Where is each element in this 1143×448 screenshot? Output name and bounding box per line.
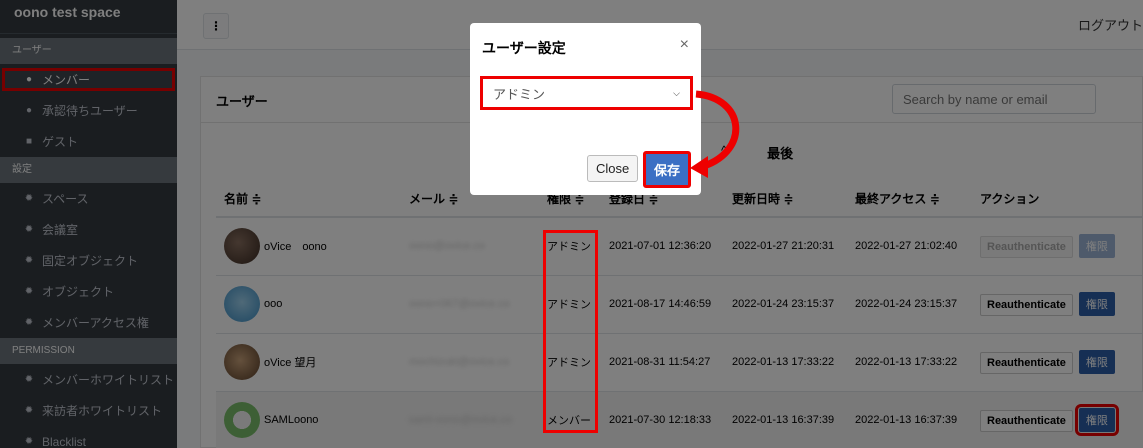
chevron-down-icon: ⌵ <box>673 87 680 98</box>
role-select[interactable]: アドミン ⌵ <box>480 76 693 110</box>
role-column-highlight <box>543 230 598 433</box>
close-button[interactable]: Close <box>587 155 639 182</box>
close-icon[interactable]: × <box>680 36 689 54</box>
user-settings-modal: ユーザー設定 × アドミン ⌵ Close 保存 <box>470 23 701 195</box>
role-select-value: アドミン <box>493 86 546 102</box>
save-button[interactable]: 保存 <box>643 151 692 188</box>
modal-title: ユーザー設定 <box>482 40 566 56</box>
